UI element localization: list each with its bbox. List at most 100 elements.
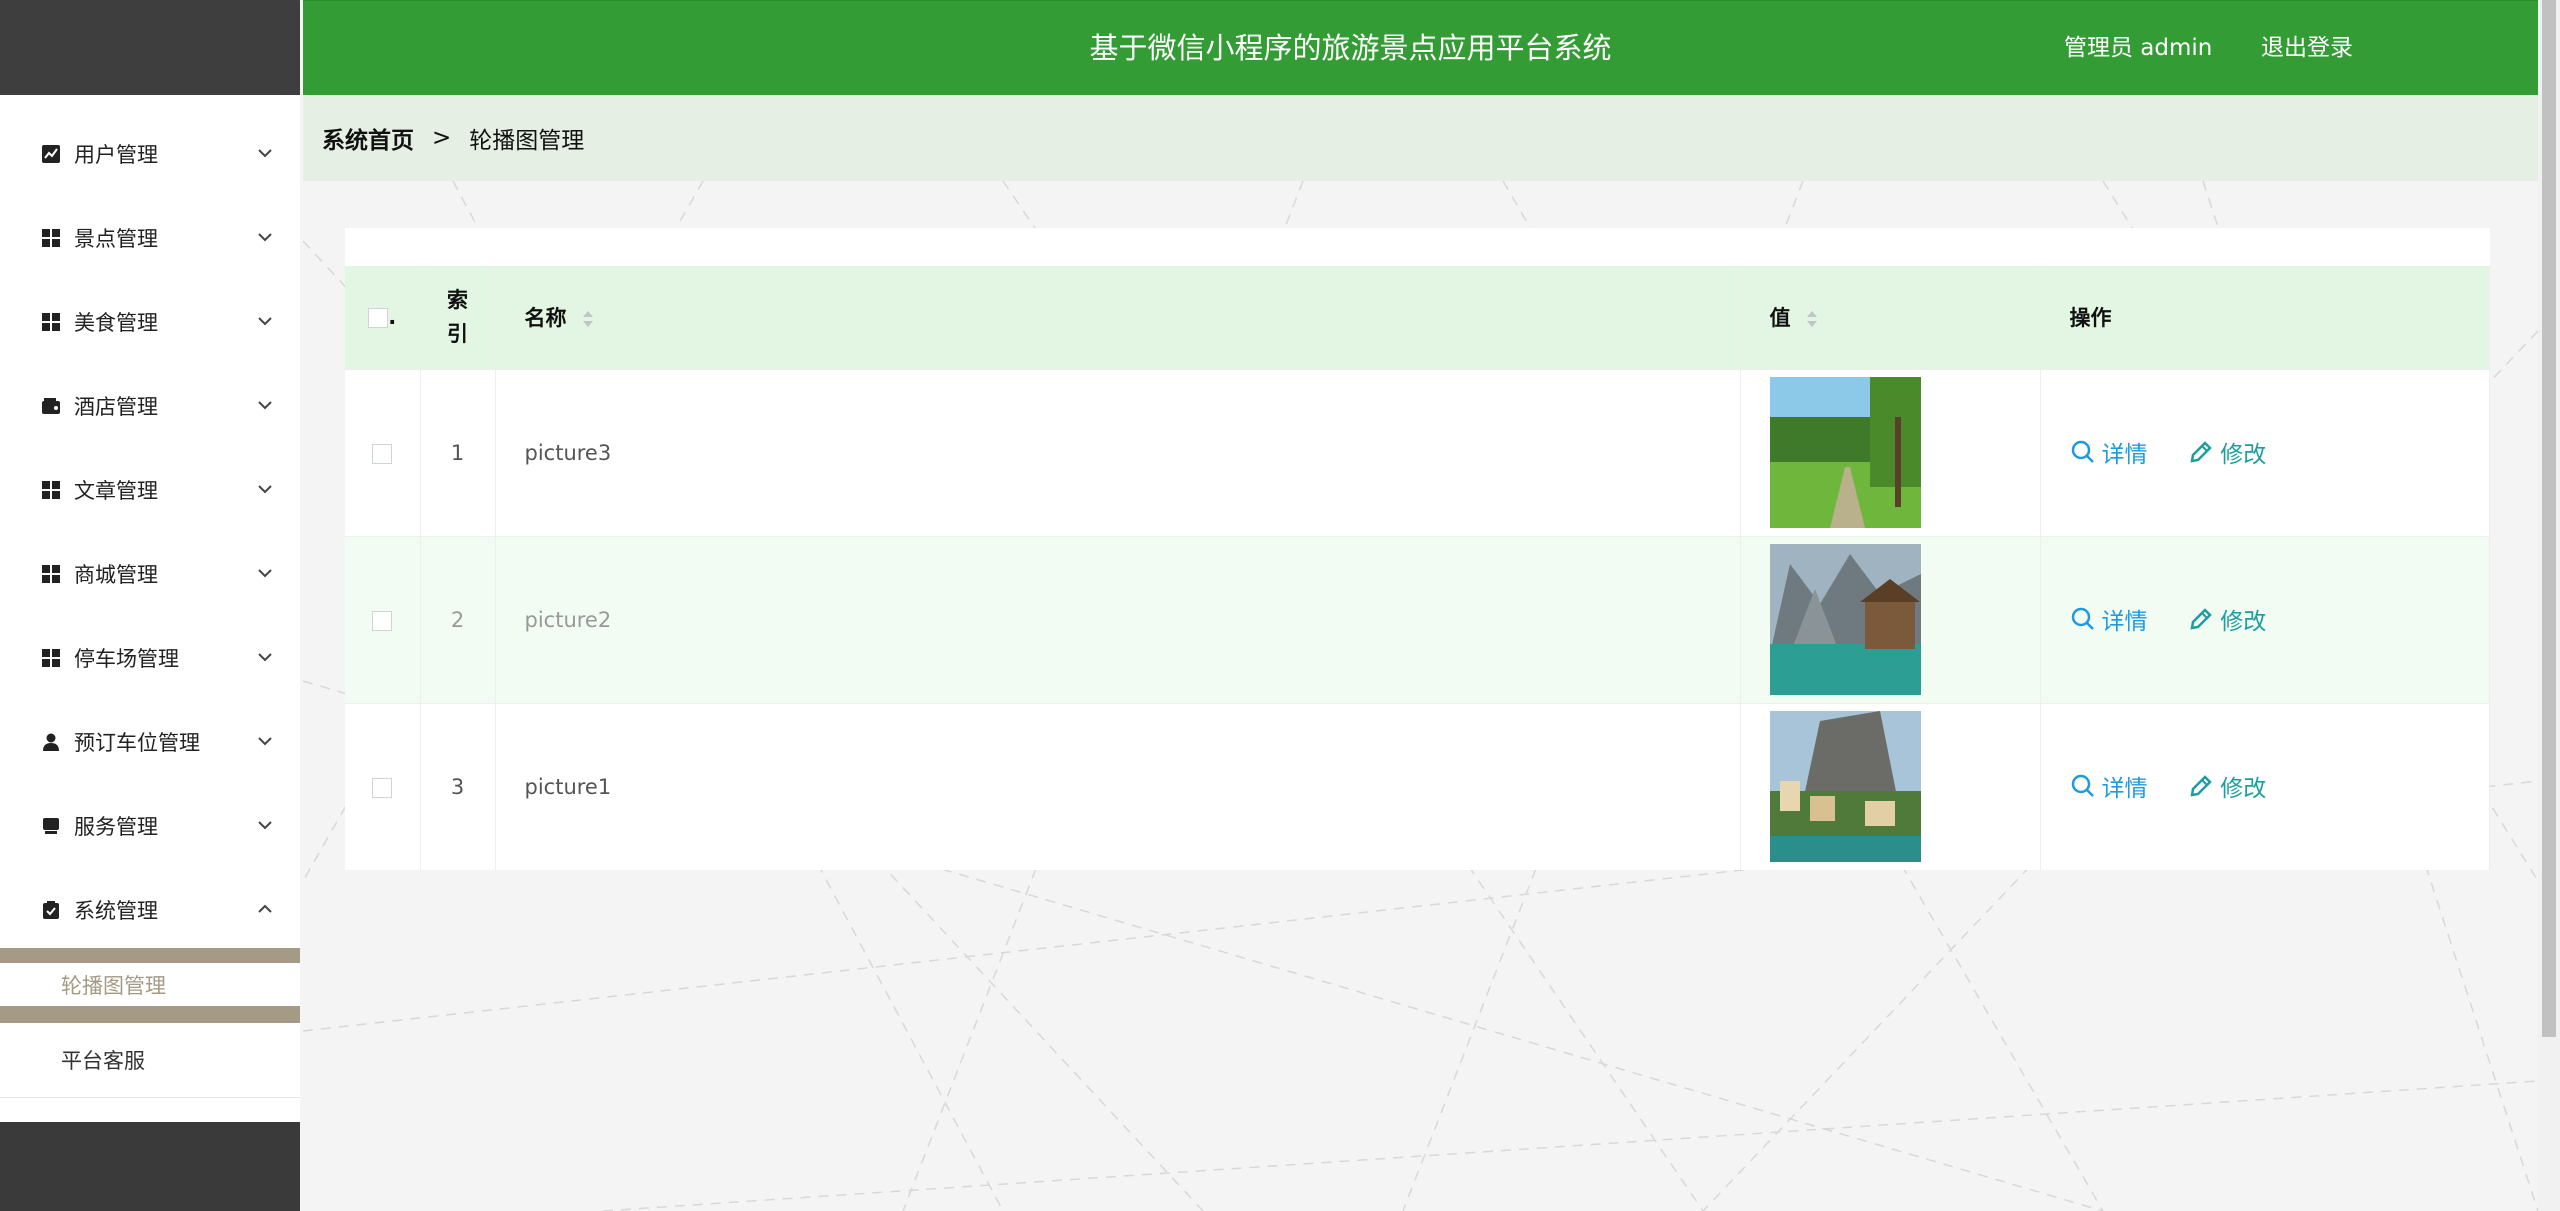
sidebar-item-articles[interactable]: 文章管理 — [0, 448, 300, 532]
detail-button[interactable]: 详情 — [2070, 769, 2148, 803]
table-header-row: . 索引 名称 值 操作 — [345, 266, 2490, 369]
search-icon — [2071, 607, 2094, 630]
edit-button[interactable]: 修改 — [2188, 769, 2266, 803]
logout-button[interactable]: 退出登录 — [2261, 1, 2353, 96]
chevron-down-icon — [258, 737, 272, 746]
row-value — [1740, 535, 2041, 703]
grid-icon — [40, 311, 62, 333]
sidebar-item-label: 酒店管理 — [74, 395, 158, 419]
breadcrumb: 系统首页 > 轮播图管理 — [303, 95, 2538, 181]
breadcrumb-home[interactable]: 系统首页 — [322, 121, 414, 155]
row-name: picture3 — [495, 368, 1741, 536]
header-check[interactable]: . — [345, 266, 421, 369]
chevron-up-icon — [258, 904, 272, 913]
sidebar-item-system[interactable]: 系统管理 — [0, 868, 300, 952]
clipboard-icon — [40, 899, 62, 921]
landscape-thumbnail — [1769, 377, 1921, 528]
detail-button[interactable]: 详情 — [2070, 435, 2148, 469]
chevron-down-icon — [258, 569, 272, 578]
row-value — [1740, 368, 2041, 536]
sidebar-item-users[interactable]: 用户管理 — [0, 112, 300, 196]
page-scrollbar[interactable] — [2538, 0, 2560, 1211]
submenu-item-inner: 轮播图管理 — [0, 963, 300, 1006]
row-ops: 详情 修改 — [2040, 702, 2490, 870]
sidebar-item-services[interactable]: 服务管理 — [0, 784, 300, 868]
detail-label: 详情 — [2101, 442, 2148, 468]
row-index: 3 — [420, 702, 496, 870]
sidebar-item-label: 文章管理 — [74, 479, 158, 503]
row-ops: 详情 修改 — [2040, 535, 2490, 703]
chevron-down-icon — [258, 653, 272, 662]
chevron-down-icon — [258, 149, 272, 158]
row-checkbox[interactable] — [372, 610, 393, 631]
sidebar-item-label: 美食管理 — [74, 311, 158, 335]
row-index: 1 — [420, 368, 496, 536]
detail-button[interactable]: 详情 — [2070, 602, 2148, 636]
edit-button[interactable]: 修改 — [2188, 602, 2266, 636]
search-icon — [2071, 440, 2094, 463]
submenu-item-carousel[interactable]: 轮播图管理 — [0, 948, 300, 1023]
carousel-table: . 索引 名称 值 操作 1 picture3 详情 修改 2 picture2… — [345, 266, 2490, 870]
wallet-icon — [40, 395, 62, 417]
header-value[interactable]: 值 — [1740, 266, 2041, 369]
submenu-item-label: 轮播图管理 — [61, 973, 166, 998]
service-icon — [40, 815, 62, 837]
grid-icon — [40, 647, 62, 669]
chart-icon — [40, 143, 62, 165]
sidebar-item-mall[interactable]: 商城管理 — [0, 532, 300, 616]
select-all-checkbox[interactable] — [368, 308, 389, 329]
row-check-cell — [345, 702, 421, 870]
row-value — [1740, 702, 2041, 870]
chevron-down-icon — [258, 821, 272, 830]
chevron-down-icon — [258, 233, 272, 242]
scrollbar-thumb[interactable] — [2542, 0, 2556, 1037]
row-checkbox[interactable] — [372, 443, 393, 464]
chevron-down-icon — [258, 317, 272, 326]
row-index: 2 — [420, 535, 496, 703]
sort-icon[interactable] — [1806, 310, 1818, 328]
row-check-cell — [345, 535, 421, 703]
edit-label: 修改 — [2220, 442, 2267, 468]
edit-label: 修改 — [2220, 776, 2267, 803]
edit-button[interactable]: 修改 — [2188, 435, 2266, 469]
table-row: 1 picture3 详情 修改 — [345, 368, 2490, 536]
landscape-thumbnail — [1769, 711, 1921, 863]
breadcrumb-separator: > — [432, 125, 452, 151]
sidebar-item-label: 景点管理 — [74, 227, 158, 251]
table-card: . 索引 名称 值 操作 1 picture3 详情 修改 2 picture2… — [345, 228, 2490, 870]
sidebar-item-scenic[interactable]: 景点管理 — [0, 196, 300, 280]
submenu-item-label: 平台客服 — [61, 1049, 145, 1073]
row-ops: 详情 修改 — [2040, 368, 2490, 536]
sidebar-item-label: 商城管理 — [74, 563, 158, 587]
header-value-label: 值 — [1769, 306, 1791, 331]
row-name: picture1 — [495, 702, 1741, 870]
header-index: 索引 — [420, 266, 496, 369]
header-check-dot: . — [388, 305, 397, 330]
sidebar-item-label: 系统管理 — [74, 899, 158, 923]
user-icon — [40, 731, 62, 753]
sort-icon[interactable] — [582, 310, 594, 328]
sidebar-item-label: 用户管理 — [74, 143, 158, 167]
table-row: 2 picture2 详情 修改 — [345, 535, 2490, 703]
header-ops: 操作 — [2040, 266, 2490, 369]
sidebar-logo-area — [0, 0, 300, 95]
landscape-thumbnail — [1769, 544, 1921, 695]
detail-label: 详情 — [2101, 776, 2148, 803]
current-user: 管理员 admin — [2064, 35, 2213, 61]
grid-icon — [40, 563, 62, 585]
header-name[interactable]: 名称 — [495, 266, 1741, 369]
sidebar-footer — [0, 1122, 300, 1211]
sidebar-item-hotel[interactable]: 酒店管理 — [0, 364, 300, 448]
row-check-cell — [345, 368, 421, 536]
sidebar: 用户管理 景点管理 美食管理 酒店管理 文章管理 商城管理 停车场管理 预订车位… — [0, 0, 300, 1211]
detail-label: 详情 — [2101, 609, 2148, 635]
sidebar-item-food[interactable]: 美食管理 — [0, 280, 300, 364]
sidebar-item-parking[interactable]: 停车场管理 — [0, 616, 300, 700]
row-checkbox[interactable] — [372, 777, 393, 798]
header-name-label: 名称 — [524, 306, 567, 331]
sidebar-item-label: 停车场管理 — [74, 647, 179, 671]
sidebar-item-parking-reservation[interactable]: 预订车位管理 — [0, 700, 300, 784]
chevron-down-icon — [258, 401, 272, 410]
submenu-item-customer-service[interactable]: 平台客服 — [0, 1023, 300, 1098]
grid-icon — [40, 479, 62, 501]
